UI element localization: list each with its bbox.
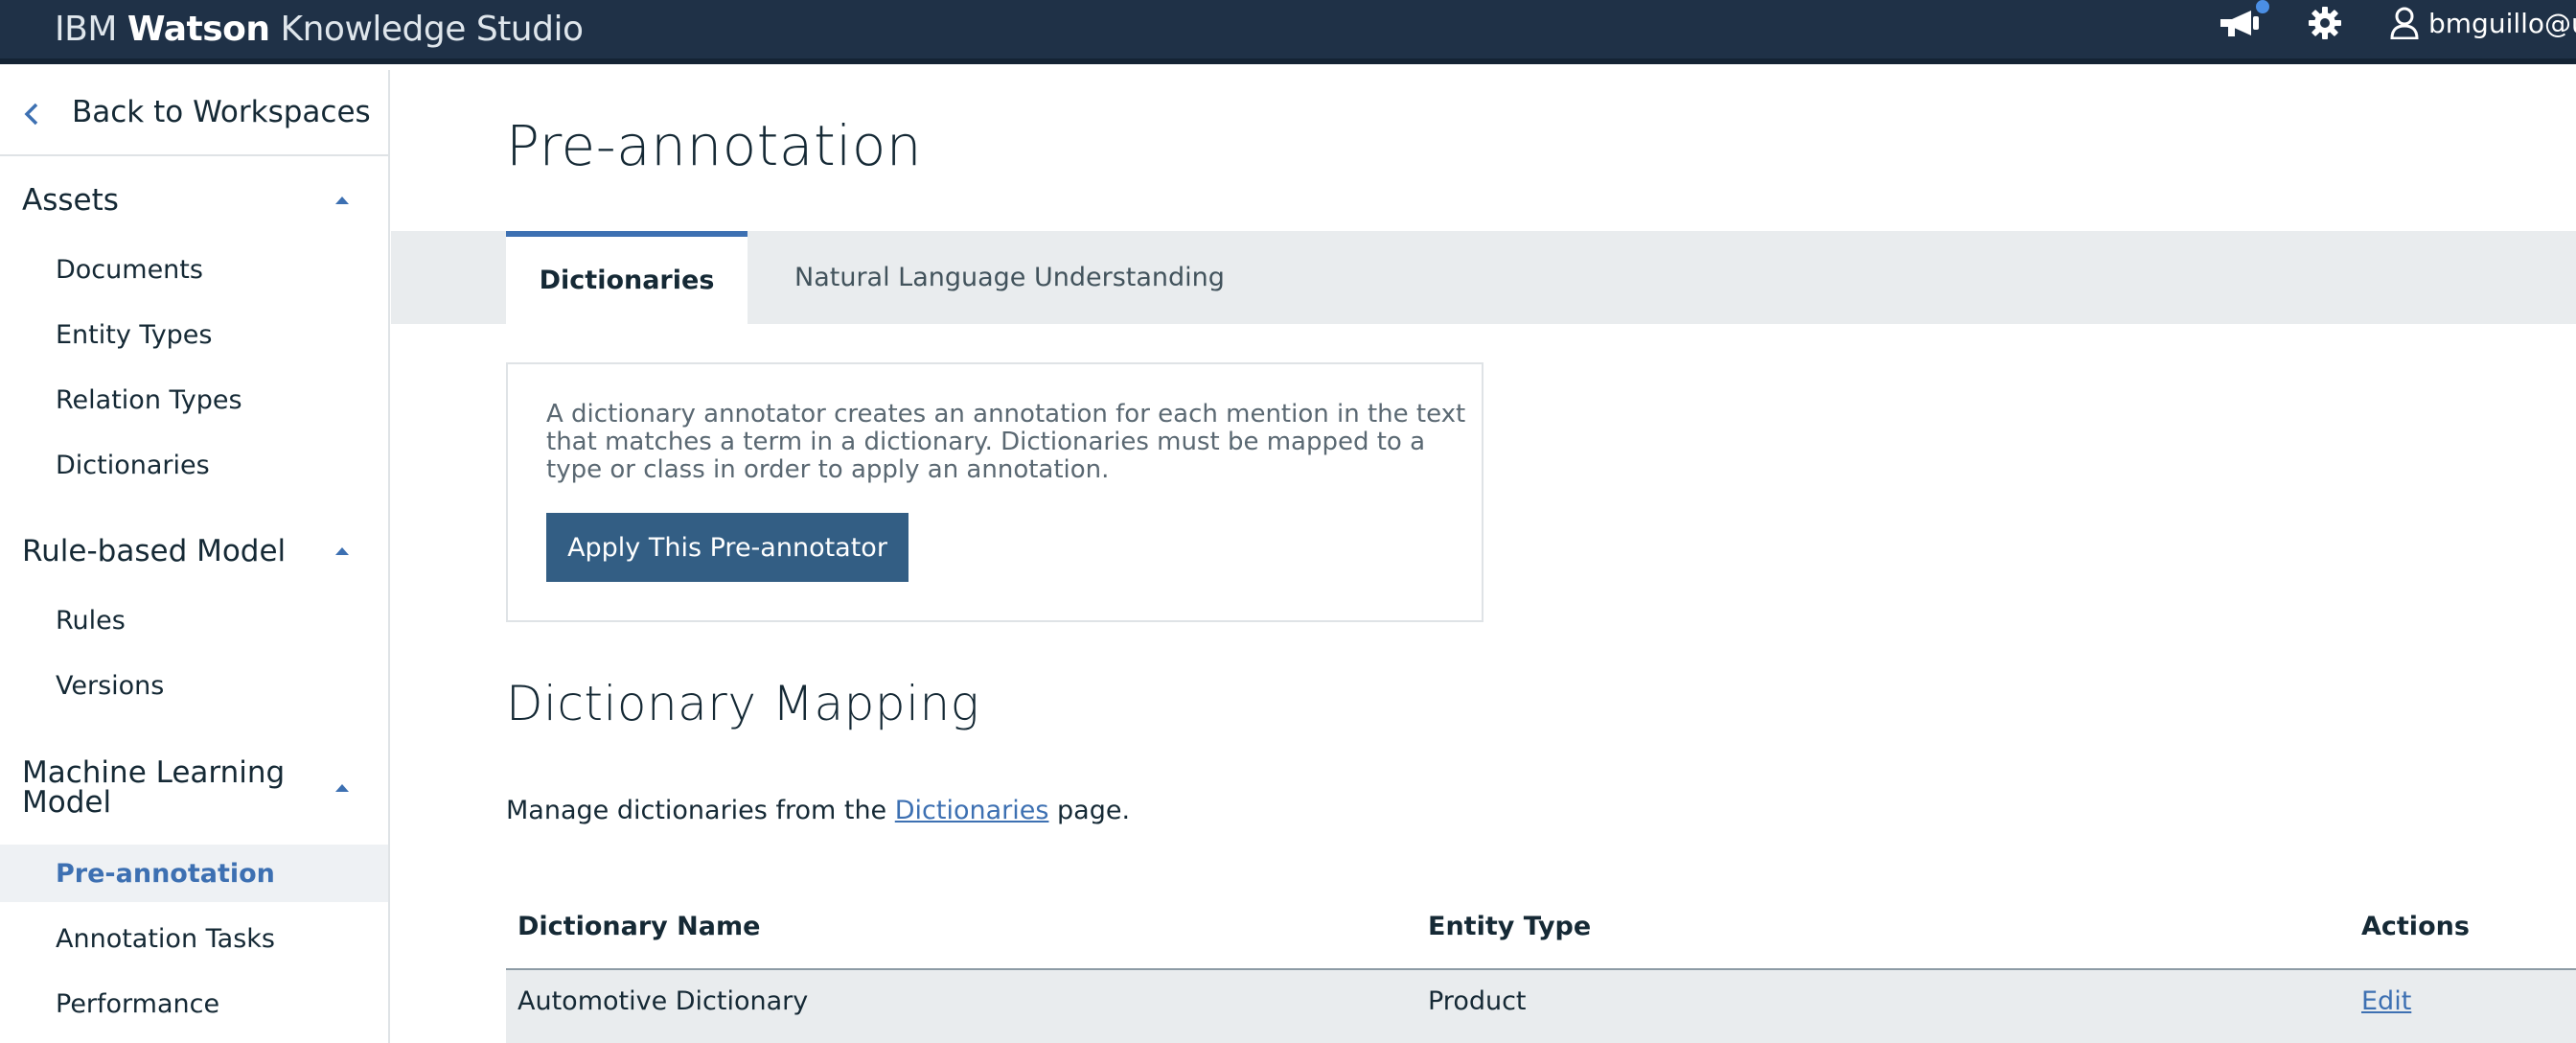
section-machine-learning-model[interactable]: Machine Learning Model [22, 758, 285, 818]
app-brand[interactable]: IBM Watson Knowledge Studio [55, 0, 584, 58]
chevron-left-icon [24, 103, 38, 126]
info-text: A dictionary annotator creates an annota… [546, 400, 1466, 484]
top-header: IBM Watson Knowledge Studio bmguillo@ [0, 0, 2576, 64]
caret-up-icon[interactable] [335, 547, 349, 555]
sidebar-item-versions[interactable]: Versions [0, 657, 388, 714]
section-heading-dictionary-mapping: Dictionary Mapping [506, 676, 980, 731]
gear-icon[interactable] [2306, 0, 2344, 46]
sidebar-item-performance[interactable]: Performance [0, 975, 388, 1032]
cell-dictionary-name: Automotive Dictionary [518, 986, 809, 1016]
column-header-dictionary-name[interactable]: Dictionary Name [518, 912, 760, 941]
dictionaries-link[interactable]: Dictionaries [895, 796, 1049, 825]
sidebar-item-relation-types[interactable]: Relation Types [0, 371, 388, 429]
back-label: Back to Workspaces [72, 95, 371, 129]
sidebar: Back to Workspaces Assets Documents Enti… [0, 70, 390, 1043]
section-rule-based-model[interactable]: Rule-based Model [22, 537, 286, 567]
cell-actions: Edit [2361, 986, 2411, 1016]
brand-watson: Watson [126, 10, 270, 49]
announcement-icon[interactable] [2216, 0, 2271, 46]
sidebar-item-rules[interactable]: Rules [0, 591, 388, 649]
sidebar-item-entity-types[interactable]: Entity Types [0, 306, 388, 363]
back-to-workspaces-link[interactable]: Back to Workspaces [0, 70, 388, 156]
sidebar-item-dictionaries[interactable]: Dictionaries [0, 436, 388, 494]
user-name[interactable]: bmguillo@us [2428, 0, 2576, 46]
tab-bar: Dictionaries Natural Language Understand… [391, 231, 2576, 324]
sidebar-item-annotation-tasks[interactable]: Annotation Tasks [0, 910, 388, 967]
column-header-actions: Actions [2361, 912, 2470, 941]
column-header-entity-type[interactable]: Entity Type [1428, 912, 1591, 941]
brand-product: Knowledge Studio [280, 10, 585, 49]
section-title-line1: Machine Learning [22, 755, 286, 790]
section-assets[interactable]: Assets [22, 186, 119, 216]
brand-ibm: IBM [55, 10, 117, 49]
user-icon[interactable] [2388, 0, 2421, 46]
apply-pre-annotator-button[interactable]: Apply This Pre-annotator [546, 513, 908, 582]
page-title: Pre-annotation [506, 113, 923, 178]
tab-dictionaries[interactable]: Dictionaries [506, 231, 748, 324]
tab-natural-language-understanding[interactable]: Natural Language Understanding [794, 231, 1225, 324]
cell-entity-type: Product [1428, 986, 1527, 1016]
pre-annotator-info-box: A dictionary annotator creates an annota… [506, 362, 1484, 622]
manage-dictionaries-text: Manage dictionaries from the Dictionarie… [506, 796, 1130, 825]
manage-suffix: page. [1048, 796, 1131, 825]
table-row [506, 970, 2576, 1043]
section-title-line2: Model [22, 785, 112, 820]
sidebar-item-pre-annotation[interactable]: Pre-annotation [0, 845, 388, 902]
notification-dot [2254, 0, 2271, 15]
sidebar-item-documents[interactable]: Documents [0, 241, 388, 298]
edit-link[interactable]: Edit [2361, 986, 2411, 1016]
caret-up-icon[interactable] [335, 784, 349, 792]
manage-prefix: Manage dictionaries from the [506, 796, 895, 825]
caret-up-icon[interactable] [335, 197, 349, 204]
